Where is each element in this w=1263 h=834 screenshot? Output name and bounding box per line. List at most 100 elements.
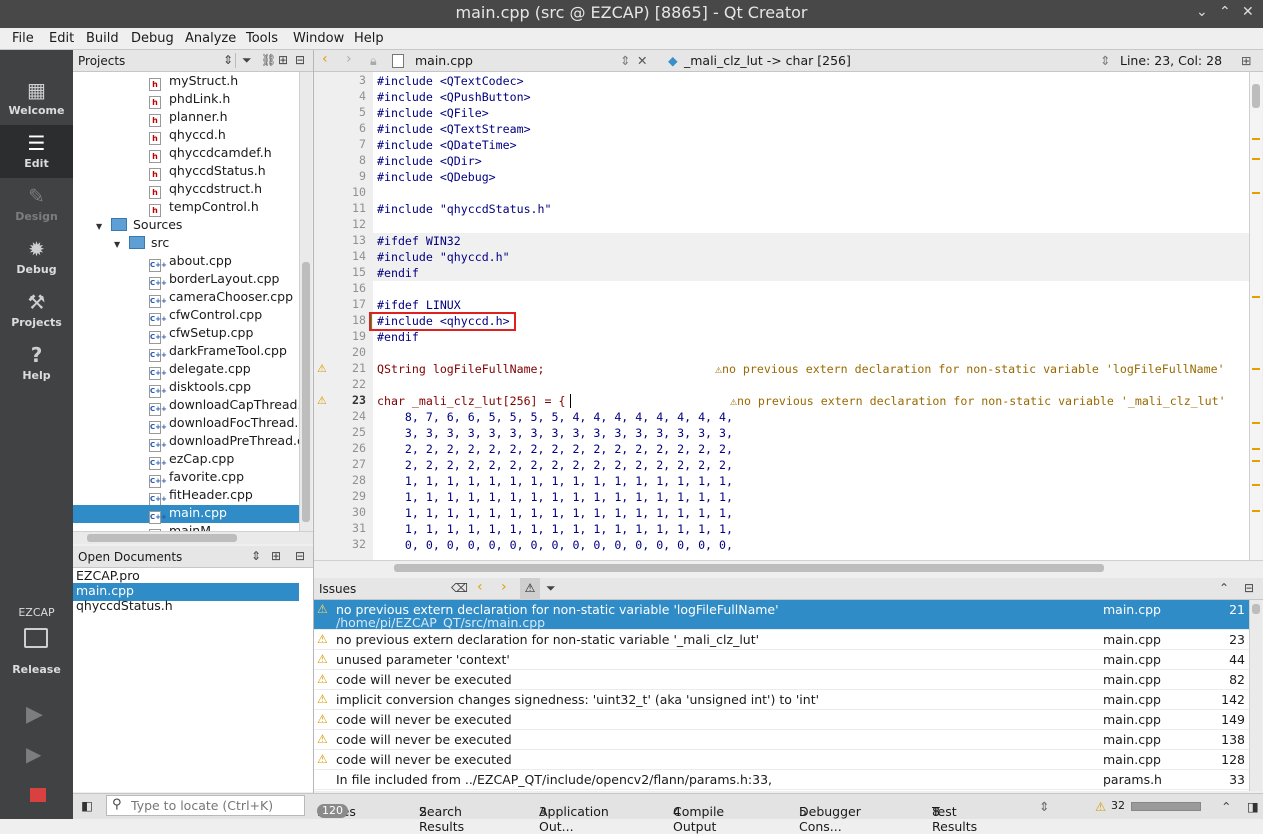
tree-file[interactable]: C++ disktools.cpp (149, 379, 251, 398)
toggle-sidebar-icon[interactable]: ◧ (81, 798, 93, 813)
tree-file[interactable]: h planner.h (149, 109, 228, 127)
project-tree-hscrollbar[interactable] (73, 531, 313, 544)
tree-file[interactable]: C++ downloadCapThread.c (149, 397, 299, 416)
issue-row[interactable]: ⚠ code will never be executed main.cpp 8… (314, 670, 1249, 690)
mode-welcome[interactable]: ▦ Welcome (0, 72, 73, 125)
symbol-selector[interactable]: _mali_clz_lut -> char [256] (684, 53, 851, 68)
toggle-output-icon[interactable]: ◨ (1247, 799, 1259, 814)
menu-tools[interactable]: Tools (246, 31, 278, 46)
mode-debug[interactable]: ✹ Debug (0, 231, 73, 284)
split-icon[interactable]: ⊞ (1241, 53, 1251, 68)
tree-file[interactable]: C++mainM... (149, 523, 223, 531)
cursor-position[interactable]: Line: 23, Col: 28 (1120, 53, 1222, 68)
editor-hscrollbar[interactable] (314, 560, 1263, 575)
issue-row[interactable]: ⚠ unused parameter 'context' main.cpp 44 (314, 650, 1249, 670)
menu-build[interactable]: Build (86, 31, 119, 46)
locator-input[interactable]: Type to locate (Ctrl+K) (106, 795, 305, 816)
tree-folder-src[interactable]: src (129, 235, 169, 253)
tree-file[interactable]: h qhyccdstruct.h (149, 181, 262, 199)
close-panel-icon[interactable]: ⊟ (295, 549, 305, 563)
tree-file[interactable]: C++ cfwControl.cpp (149, 307, 262, 326)
clean-icon[interactable]: ⌫ (451, 581, 468, 595)
tree-file-selected[interactable]: C++ main.cpp (73, 505, 299, 524)
monitor-icon[interactable] (24, 628, 48, 648)
filter-icon[interactable]: ⏷ (235, 53, 252, 68)
dropdown-arrows-icon[interactable]: ⇕ (251, 549, 261, 563)
editor-scrollbar[interactable] (1249, 72, 1262, 560)
split-icon[interactable]: ⊞ (271, 549, 281, 563)
maximize-icon[interactable]: ⌃ (1219, 4, 1231, 20)
close-icon[interactable]: ✕ (1242, 4, 1254, 20)
run-icon[interactable]: ▶ (26, 702, 43, 727)
mode-design[interactable]: ✎ Design (0, 178, 73, 231)
menu-help[interactable]: Help (354, 31, 384, 46)
issue-row[interactable]: ⚠ code will never be executed main.cpp 1… (314, 750, 1249, 770)
menu-window[interactable]: Window (293, 31, 344, 46)
scrollbar-thumb[interactable] (1252, 84, 1260, 108)
tree-file[interactable]: h phdLink.h (149, 91, 230, 109)
tree-file[interactable]: C++ downloadFocThread.c (149, 415, 299, 434)
menu-file[interactable]: File (12, 31, 34, 46)
issue-row[interactable]: ⚠ code will never be executed main.cpp 1… (314, 730, 1249, 750)
issue-row[interactable]: ⚠ implicit conversion changes signedness… (314, 690, 1249, 710)
menu-debug[interactable]: Debug (131, 31, 174, 46)
warning-icon[interactable]: ⚠ (317, 394, 327, 407)
split-icon[interactable]: ⊞ (278, 53, 288, 67)
expand-arrow-icon[interactable]: ▼ (96, 222, 102, 231)
issue-row-selected[interactable]: ⚠ no previous extern declaration for non… (314, 600, 1249, 630)
forward-icon[interactable]: › (346, 51, 352, 67)
tree-file[interactable]: h tempControl.h (149, 199, 259, 217)
tree-file[interactable]: C++ delegate.cpp (149, 361, 251, 380)
tree-folder-sources[interactable]: Sources (111, 217, 182, 235)
menu-edit[interactable]: Edit (49, 31, 74, 46)
tree-file[interactable]: C++ cameraChooser.cpp (149, 289, 293, 308)
warning-icon[interactable]: ⚠ (317, 362, 327, 375)
more-tabs-icon[interactable]: ⇕ (1039, 799, 1049, 814)
back-icon[interactable]: ‹ (322, 51, 328, 67)
issue-row[interactable]: ⚠ code will never be executed main.cpp 1… (314, 710, 1249, 730)
open-document-item[interactable]: qhyccdStatus.h (76, 598, 173, 616)
issue-row[interactable]: In file included from ../EZCAP_QT/includ… (314, 770, 1249, 790)
dropdown-arrows-icon[interactable]: ⇕ (223, 53, 233, 67)
tree-file[interactable]: C++ downloadPreThread.c (149, 433, 299, 452)
tree-file[interactable]: C++ ezCap.cpp (149, 451, 234, 470)
minimize-icon[interactable]: ⌄ (1196, 4, 1208, 20)
symbol-dropdown-icon[interactable]: ⇕ (1100, 53, 1110, 68)
mode-help[interactable]: ? Help (0, 337, 73, 390)
editor-file-name[interactable]: main.cpp (415, 53, 473, 68)
scrollbar-thumb[interactable] (394, 564, 1104, 572)
issues-scrollbar[interactable] (1249, 600, 1262, 791)
maximize-panel-icon[interactable]: ⌃ (1219, 581, 1229, 595)
project-tree-scrollbar[interactable] (299, 72, 312, 531)
warnings-filter-icon[interactable]: ⚠ (520, 578, 540, 600)
close-panel-icon[interactable]: ⊟ (295, 53, 305, 67)
tree-file[interactable]: h qhyccd.h (149, 127, 226, 145)
link-icon[interactable]: ⛓ (261, 53, 276, 67)
tree-file[interactable]: C++ darkFrameTool.cpp (149, 343, 287, 362)
tree-file[interactable]: C++ borderLayout.cpp (149, 271, 279, 290)
debug-run-icon[interactable]: ▶ (26, 742, 41, 766)
tree-file[interactable]: C++ cfwSetup.cpp (149, 325, 253, 344)
scrollbar-thumb[interactable] (87, 534, 237, 542)
close-editor-icon[interactable]: ✕ (637, 53, 647, 68)
expand-icon[interactable]: ⌃ (1221, 799, 1231, 814)
tree-file[interactable]: C++ about.cpp (149, 253, 232, 272)
build-icon[interactable] (30, 788, 46, 802)
tree-file[interactable]: h qhyccdcamdef.h (149, 145, 272, 163)
tree-file[interactable]: h qhyccdStatus.h (149, 163, 266, 181)
issue-row[interactable]: ⚠ no previous extern declaration for non… (314, 630, 1249, 650)
mode-edit[interactable]: ☰ Edit (0, 125, 73, 178)
expand-arrow-icon[interactable]: ▼ (114, 240, 120, 249)
scrollbar-thumb[interactable] (302, 262, 310, 522)
tree-file[interactable]: C++ fitHeader.cpp (149, 487, 253, 506)
prev-issue-icon[interactable]: ‹ (477, 579, 483, 595)
filter-icon[interactable]: ⏷ (546, 581, 556, 596)
mode-projects[interactable]: ⚒ Projects (0, 284, 73, 337)
tree-file[interactable]: C++ favorite.cpp (149, 469, 244, 488)
file-dropdown-icon[interactable]: ⇕ (620, 53, 630, 68)
next-issue-icon[interactable]: › (501, 579, 507, 595)
warning-count[interactable]: 32 (1111, 799, 1125, 812)
tree-file[interactable]: h myStruct.h (149, 73, 238, 91)
menu-analyze[interactable]: Analyze (185, 31, 236, 46)
scrollbar-thumb[interactable] (1252, 604, 1260, 614)
